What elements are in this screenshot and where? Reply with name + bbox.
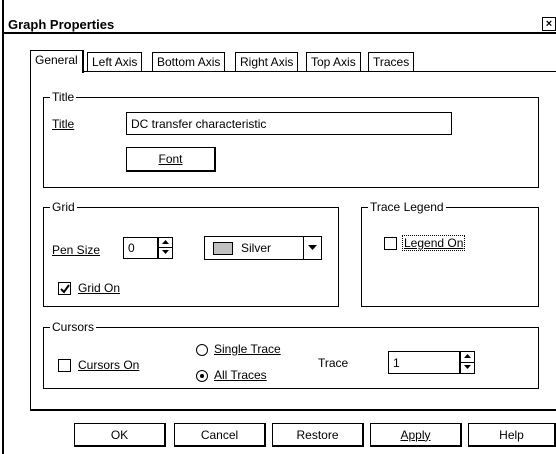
all-traces-label-text: All Traces (214, 368, 267, 382)
radio-selected-dot (200, 374, 204, 378)
cursors-group: Cursors Cursors On Single Trace All Trac… (43, 321, 539, 389)
cursors-on-checkbox[interactable] (58, 359, 71, 372)
pen-size-spinner[interactable] (158, 237, 173, 259)
trace-down[interactable] (461, 363, 474, 374)
single-trace-radio[interactable] (196, 344, 208, 356)
trace-input[interactable] (388, 351, 460, 374)
apply-button[interactable]: Apply (370, 423, 462, 447)
font-button[interactable]: Font (126, 147, 216, 172)
font-button-label: Font (158, 152, 183, 166)
cancel-button[interactable]: Cancel (174, 423, 266, 447)
single-trace-label-text: Single Trace (214, 342, 281, 356)
grid-group-legend: Grid (52, 200, 75, 214)
tab-general[interactable]: General (30, 50, 84, 73)
checkmark-icon (60, 284, 70, 294)
trace-spinner[interactable] (460, 351, 475, 374)
tab-left-axis[interactable]: Left Axis (87, 52, 143, 72)
trace-legend-group: Trace Legend Legend On (361, 201, 539, 307)
arrow-up-icon (464, 354, 471, 358)
all-traces-label: All Traces (214, 368, 267, 382)
chevron-down-icon (308, 245, 317, 250)
tab-top-axis[interactable]: Top Axis (306, 52, 361, 72)
grid-group: Grid Pen Size Silver Grid On (43, 201, 339, 307)
title-input[interactable] (126, 112, 452, 135)
pen-size-down[interactable] (159, 248, 172, 258)
trace-up[interactable] (461, 352, 474, 363)
all-traces-radio[interactable] (196, 370, 208, 382)
legend-on-checkbox[interactable] (384, 237, 397, 250)
trace-legend-group-legend: Trace Legend (370, 200, 444, 214)
close-button[interactable]: × (542, 17, 556, 31)
arrow-up-icon (162, 240, 169, 244)
single-trace-label: Single Trace (214, 342, 281, 356)
title-label: Title (52, 117, 75, 131)
cursors-on-label: Cursors On (78, 358, 139, 372)
legend-on-label-text: Legend On (402, 235, 466, 251)
help-button[interactable]: Help (468, 423, 556, 447)
pen-size-label: Pen Size (52, 243, 100, 257)
tab-bottom-axis[interactable]: Bottom Axis (152, 52, 226, 72)
pen-size-up[interactable] (159, 238, 172, 248)
dropdown-button[interactable] (303, 237, 321, 259)
grid-on-label-text: Grid On (78, 281, 121, 295)
general-tab-panel: Title Title Font Grid Pen Size Silver (30, 71, 556, 411)
cursors-on-label-text: Cursors On (78, 358, 140, 372)
grid-on-checkbox[interactable] (58, 282, 71, 295)
graph-properties-dialog: Graph Properties × General Left Axis Bot… (2, 0, 556, 454)
title-bar: Graph Properties × (4, 14, 556, 34)
pen-size-label-text: Pen Size (52, 243, 101, 257)
apply-button-label: Apply (400, 427, 431, 442)
grid-on-label: Grid On (78, 281, 120, 295)
legend-on-label: Legend On (402, 235, 466, 251)
title-group-legend: Title (52, 90, 75, 104)
ok-button[interactable]: OK (74, 423, 166, 447)
window-title: Graph Properties (8, 17, 115, 32)
grid-color-select[interactable]: Silver (204, 236, 322, 260)
restore-button[interactable]: Restore (272, 423, 364, 447)
arrow-down-icon (464, 364, 471, 369)
pen-size-input[interactable] (123, 237, 158, 259)
cursors-group-legend: Cursors (52, 320, 95, 334)
tab-right-axis[interactable]: Right Axis (235, 52, 299, 72)
color-swatch (213, 242, 233, 255)
grid-color-value: Silver (241, 241, 272, 255)
trace-label: Trace (318, 356, 349, 370)
arrow-down-icon (162, 250, 169, 254)
tab-traces[interactable]: Traces (368, 52, 415, 72)
title-group: Title Title Font (43, 91, 539, 188)
